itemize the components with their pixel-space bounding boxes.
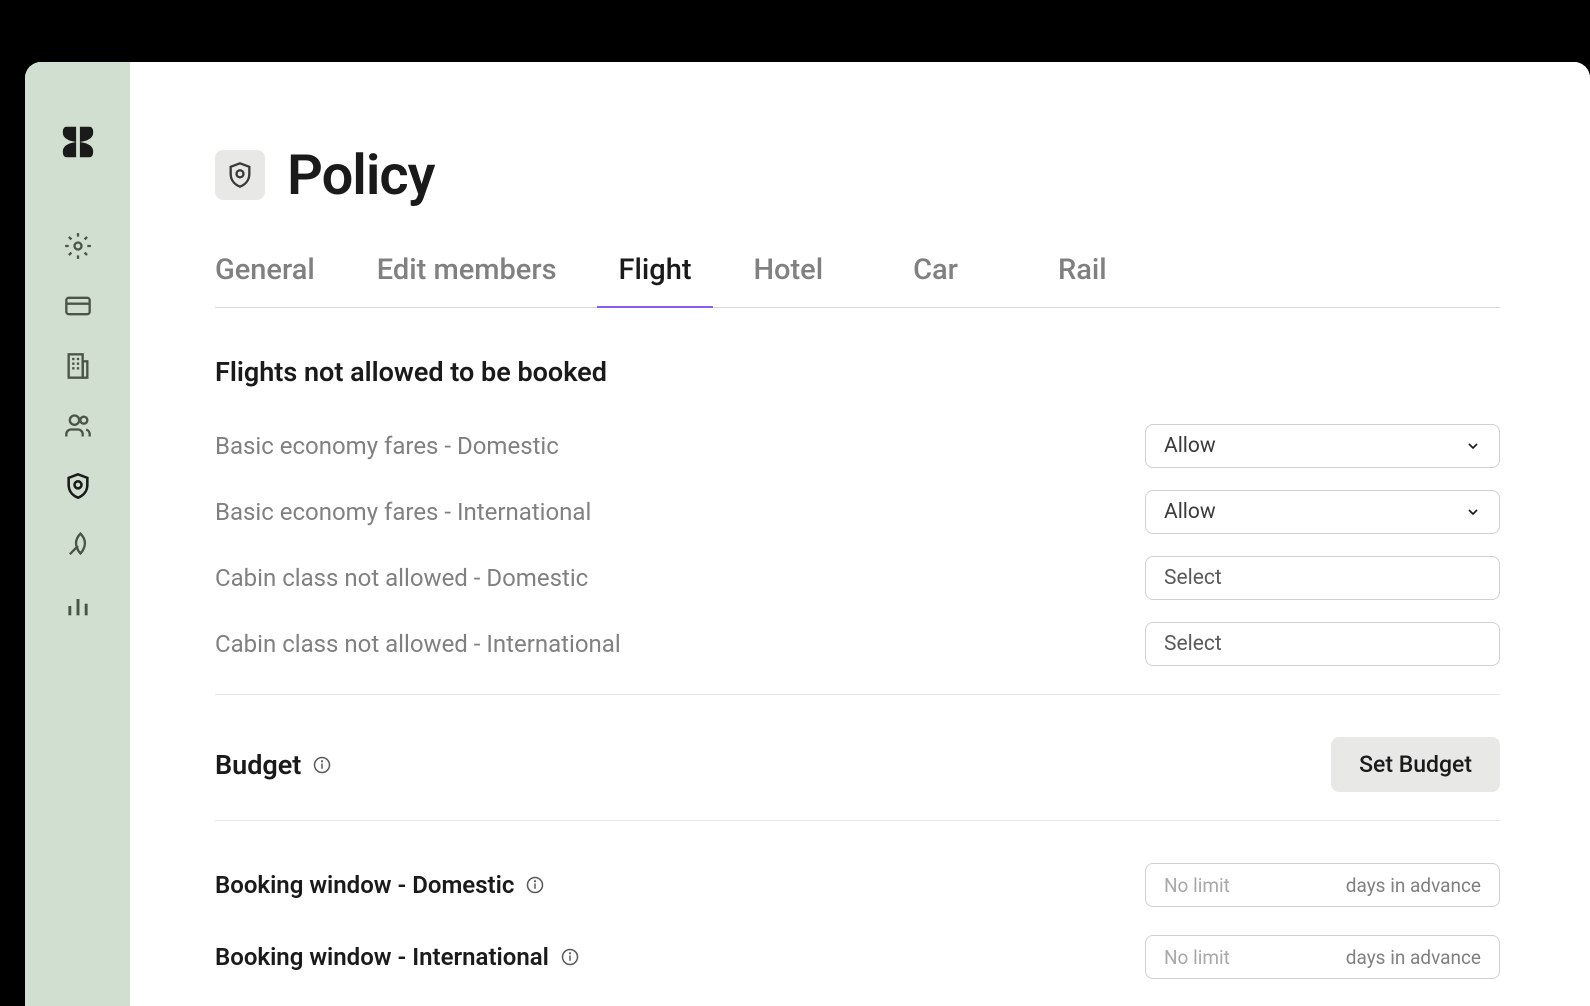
tab-hotel[interactable]: Hotel: [753, 253, 823, 307]
sidebar-users[interactable]: [57, 405, 99, 447]
select-cabin-class-international[interactable]: Select: [1145, 622, 1500, 666]
select-cabin-class-domestic[interactable]: Select: [1145, 556, 1500, 600]
label-cabin-class-domestic: Cabin class not allowed - Domestic: [215, 564, 588, 592]
row-booking-window-international: Booking window - International No limit …: [215, 935, 1500, 979]
tab-flight[interactable]: Flight: [619, 253, 692, 307]
users-icon: [64, 412, 92, 440]
tab-general[interactable]: General: [215, 253, 315, 307]
info-icon[interactable]: [561, 948, 579, 966]
gear-icon: [64, 232, 92, 260]
select-value: Select: [1164, 566, 1222, 590]
booking-domestic-text: Booking window - Domestic: [215, 871, 514, 899]
sidebar-policy[interactable]: [57, 465, 99, 507]
input-booking-domestic[interactable]: No limit days in advance: [1145, 863, 1500, 907]
row-basic-economy-international: Basic economy fares - International Allo…: [215, 490, 1500, 534]
shield-icon: [226, 161, 254, 189]
select-basic-economy-international[interactable]: Allow: [1145, 490, 1500, 534]
label-cabin-class-international: Cabin class not allowed - International: [215, 630, 621, 658]
flights-not-allowed-section: Flights not allowed to be booked Basic e…: [215, 356, 1500, 666]
row-cabin-class-domestic: Cabin class not allowed - Domestic Selec…: [215, 556, 1500, 600]
info-icon[interactable]: [313, 756, 331, 774]
leaf-icon: [64, 532, 92, 560]
sidebar-payment[interactable]: [57, 285, 99, 327]
butterfly-icon: [59, 123, 97, 161]
divider: [215, 694, 1500, 695]
app-logo[interactable]: [58, 122, 98, 162]
tab-edit-members[interactable]: Edit members: [377, 253, 557, 307]
page-header: Policy: [215, 142, 1500, 208]
budget-title-text: Budget: [215, 749, 301, 781]
sidebar: [25, 62, 130, 1006]
page-title: Policy: [287, 142, 434, 208]
label-basic-economy-domestic: Basic economy fares - Domestic: [215, 432, 559, 460]
credit-card-icon: [64, 292, 92, 320]
shield-icon: [64, 472, 92, 500]
input-placeholder: No limit: [1164, 946, 1230, 969]
section-title-not-allowed: Flights not allowed to be booked: [215, 356, 1500, 388]
chevron-down-icon: [1465, 438, 1481, 454]
select-value: Allow: [1164, 434, 1216, 458]
label-booking-international: Booking window - International: [215, 943, 579, 971]
divider: [215, 820, 1500, 821]
label-basic-economy-international: Basic economy fares - International: [215, 498, 591, 526]
chart-icon: [64, 592, 92, 620]
app-window: Policy General Edit members Flight Hotel…: [25, 62, 1590, 1006]
label-booking-domestic: Booking window - Domestic: [215, 871, 544, 899]
input-suffix: days in advance: [1346, 946, 1481, 969]
input-suffix: days in advance: [1346, 874, 1481, 897]
select-basic-economy-domestic[interactable]: Allow: [1145, 424, 1500, 468]
row-booking-window-domestic: Booking window - Domestic No limit days …: [215, 863, 1500, 907]
building-icon: [64, 352, 92, 380]
input-placeholder: No limit: [1164, 874, 1230, 897]
input-booking-international[interactable]: No limit days in advance: [1145, 935, 1500, 979]
page-icon-box: [215, 150, 265, 200]
info-icon[interactable]: [526, 876, 544, 894]
tab-rail[interactable]: Rail: [1058, 253, 1107, 307]
select-value: Select: [1164, 632, 1222, 656]
budget-section: Budget Set Budget: [215, 737, 1500, 792]
booking-international-text: Booking window - International: [215, 943, 549, 971]
sidebar-analytics[interactable]: [57, 585, 99, 627]
main-content: Policy General Edit members Flight Hotel…: [130, 62, 1590, 1006]
row-cabin-class-international: Cabin class not allowed - International …: [215, 622, 1500, 666]
sidebar-sustainability[interactable]: [57, 525, 99, 567]
chevron-down-icon: [1465, 504, 1481, 520]
row-basic-economy-domestic: Basic economy fares - Domestic Allow: [215, 424, 1500, 468]
set-budget-button[interactable]: Set Budget: [1331, 737, 1500, 792]
sidebar-settings[interactable]: [57, 225, 99, 267]
section-title-budget: Budget: [215, 749, 331, 781]
tab-bar: General Edit members Flight Hotel Car Ra…: [215, 253, 1500, 308]
sidebar-company[interactable]: [57, 345, 99, 387]
select-value: Allow: [1164, 500, 1216, 524]
tab-car[interactable]: Car: [913, 253, 958, 307]
